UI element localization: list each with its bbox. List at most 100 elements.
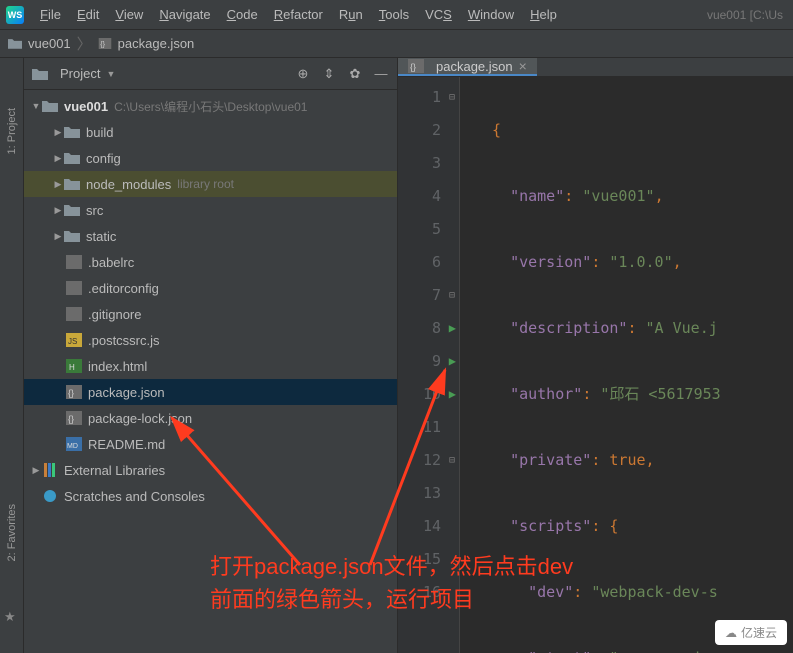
line-number: 16 (398, 576, 441, 609)
target-icon[interactable]: ⊕ (295, 66, 311, 82)
run-icon[interactable]: ▶ (449, 378, 456, 411)
line-number: 15 (398, 543, 441, 576)
left-tool-stripe: 1: Project 2: Favorites ★ (0, 58, 24, 653)
editor-tab-package-json[interactable]: {} package.json × (398, 58, 537, 76)
menu-window[interactable]: Window (462, 3, 520, 26)
menu-tools[interactable]: Tools (373, 3, 415, 26)
tree-package-json[interactable]: {} package.json (24, 379, 397, 405)
menu-navigate[interactable]: Navigate (153, 3, 216, 26)
expand-icon[interactable] (30, 101, 42, 111)
toolstripe-project[interactable]: 1: Project (6, 108, 18, 154)
svg-text:JS: JS (68, 337, 77, 346)
close-icon[interactable]: × (519, 58, 527, 74)
tree-build[interactable]: build (24, 119, 397, 145)
file-icon (66, 281, 82, 295)
html-icon: H (66, 359, 82, 373)
line-number: 5 (398, 213, 441, 246)
hide-icon[interactable]: — (373, 66, 389, 82)
titlebar-path: vue001 [C:\Us (707, 8, 787, 22)
breadcrumb-root[interactable]: vue001 (28, 36, 71, 51)
menu-refactor[interactable]: Refactor (268, 3, 329, 26)
tree-config[interactable]: config (24, 145, 397, 171)
fold-icon[interactable]: ⊟ (449, 81, 455, 114)
tree-postcssrc[interactable]: JS .postcssrc.js (24, 327, 397, 353)
line-number: 1⊟ (398, 81, 441, 114)
menu-edit[interactable]: Edit (71, 3, 105, 26)
editor: {} package.json × 1⊟ 2 3 4 5 6 7⊟ 8▶ 9▶ … (398, 58, 793, 653)
tree-root-label: vue001 (64, 99, 108, 114)
line-number: 13 (398, 477, 441, 510)
file-icon (66, 255, 82, 269)
tree-static[interactable]: static (24, 223, 397, 249)
watermark: ☁ 亿速云 (715, 620, 787, 645)
tree-root[interactable]: vue001 C:\Users\编程小石头\Desktop\vue01 (24, 93, 397, 119)
editor-tab-bar: {} package.json × (398, 58, 793, 77)
line-number: 11 (398, 411, 441, 444)
folder-icon (64, 151, 80, 165)
expand-icon[interactable] (52, 127, 64, 138)
json-icon: {} (408, 59, 424, 73)
gear-icon[interactable]: ✿ (347, 66, 363, 82)
line-number: 3 (398, 147, 441, 180)
tree-index[interactable]: H index.html (24, 353, 397, 379)
menu-help[interactable]: Help (524, 3, 563, 26)
expand-icon[interactable] (52, 179, 64, 190)
project-tree: vue001 C:\Users\编程小石头\Desktop\vue01 buil… (24, 90, 397, 653)
svg-text:{}: {} (68, 414, 74, 424)
tree-gitignore[interactable]: .gitignore (24, 301, 397, 327)
line-number: 14 (398, 510, 441, 543)
menu-vcs[interactable]: VCS (419, 3, 458, 26)
dropdown-icon[interactable]: ▼ (106, 69, 115, 79)
menu-view[interactable]: View (109, 3, 149, 26)
expand-icon[interactable] (52, 205, 64, 216)
gutter: 1⊟ 2 3 4 5 6 7⊟ 8▶ 9▶ 10▶ 11 12⊟ 13 14 1… (398, 77, 460, 653)
json-icon: {} (98, 38, 112, 49)
menu-code[interactable]: Code (221, 3, 264, 26)
expand-icon[interactable] (30, 465, 42, 476)
line-number: 7⊟ (398, 279, 441, 312)
tree-package-lock[interactable]: {} package-lock.json (24, 405, 397, 431)
project-panel: Project ▼ ⊕ ⇕ ✿ — vue001 C:\Users\编程小石头\… (24, 58, 398, 653)
expand-icon[interactable] (52, 231, 64, 242)
fold-icon[interactable]: ⊟ (449, 444, 455, 477)
json-icon: {} (66, 411, 82, 425)
tree-src[interactable]: src (24, 197, 397, 223)
app-icon: WS (6, 6, 24, 24)
titlebar: WS File Edit View Navigate Code Refactor… (0, 0, 793, 30)
tree-babelrc[interactable]: .babelrc (24, 249, 397, 275)
code-area[interactable]: 1⊟ 2 3 4 5 6 7⊟ 8▶ 9▶ 10▶ 11 12⊟ 13 14 1… (398, 77, 793, 653)
breadcrumb-separator: 〉 (77, 33, 92, 54)
menu-file[interactable]: File (34, 3, 67, 26)
library-icon (42, 463, 58, 477)
tab-label: package.json (436, 59, 513, 74)
folder-icon (64, 203, 80, 217)
line-number: 8▶ (398, 312, 441, 345)
tree-readme[interactable]: MD README.md (24, 431, 397, 457)
toolstripe-favorites[interactable]: 2: Favorites (6, 504, 18, 561)
run-icon[interactable]: ▶ (449, 345, 456, 378)
code-content[interactable]: { "name": "vue001", "version": "1.0.0", … (460, 77, 727, 653)
json-icon: {} (66, 385, 82, 399)
folder-icon (8, 38, 22, 49)
tree-root-hint: C:\Users\编程小石头\Desktop\vue01 (114, 98, 307, 115)
collapse-icon[interactable]: ⇕ (321, 66, 337, 82)
run-icon[interactable]: ▶ (449, 312, 456, 345)
project-icon (32, 67, 48, 81)
tree-editorconfig[interactable]: .editorconfig (24, 275, 397, 301)
svg-text:{}: {} (100, 42, 105, 49)
expand-icon[interactable] (52, 153, 64, 164)
folder-icon (64, 229, 80, 243)
cloud-icon: ☁ (725, 626, 737, 640)
tree-scratches[interactable]: Scratches and Consoles (24, 483, 397, 509)
folder-icon (64, 125, 80, 139)
folder-icon (64, 177, 80, 191)
line-number: 6 (398, 246, 441, 279)
breadcrumb-file[interactable]: package.json (118, 36, 195, 51)
js-icon: JS (66, 333, 82, 347)
tree-external-libraries[interactable]: External Libraries (24, 457, 397, 483)
menu-run[interactable]: Run (333, 3, 369, 26)
project-panel-header: Project ▼ ⊕ ⇕ ✿ — (24, 58, 397, 90)
tree-node-modules[interactable]: node_modules library root (24, 171, 397, 197)
line-number: 9▶ (398, 345, 441, 378)
fold-icon[interactable]: ⊟ (449, 279, 455, 312)
